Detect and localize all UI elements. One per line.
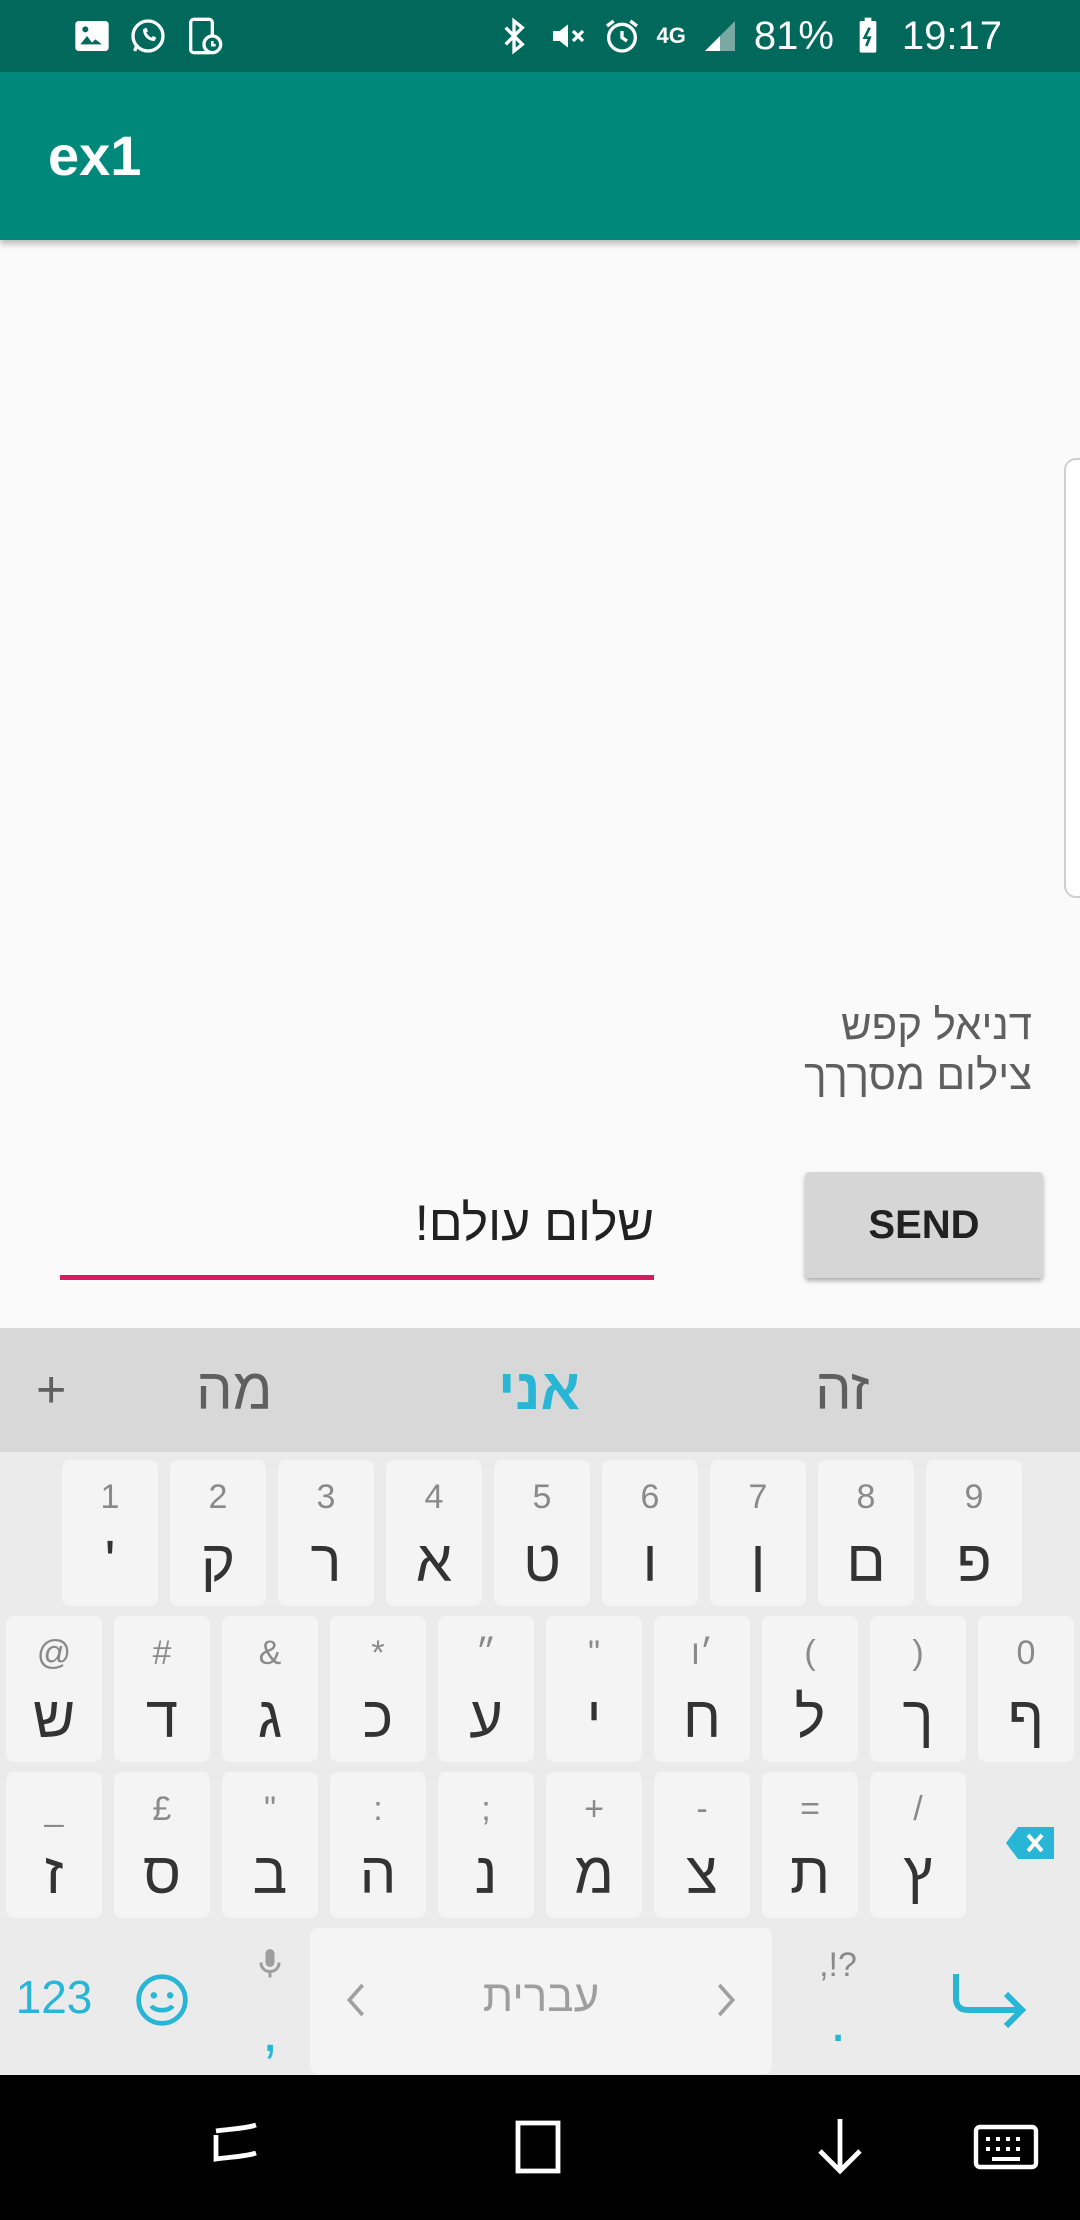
key[interactable]: * כ [330, 1616, 426, 1762]
network-4g-label: 4G [656, 23, 686, 48]
status-bar: 4G 81% 19:17 [0, 0, 1080, 72]
key[interactable]: = ת [762, 1772, 858, 1918]
image-icon [72, 16, 112, 56]
status-right-icons: 4G 81% 19:17 [494, 0, 1002, 72]
home-icon[interactable] [502, 2111, 574, 2183]
key[interactable]: (ל [762, 1616, 858, 1762]
battery-percent: 81% [753, 13, 834, 58]
info-line-caption: צילום מסךךך [804, 1051, 1032, 1098]
enter-icon [950, 1968, 1030, 2032]
suggestion-bar: + מה אני זה [0, 1328, 1080, 1452]
info-line-name: דניאל קפש [840, 1001, 1032, 1048]
status-time: 19:17 [901, 13, 1002, 58]
key[interactable]: _ ז [6, 1772, 102, 1918]
key[interactable]: # ד [114, 1616, 210, 1762]
period-key[interactable]: ,!? . [790, 1928, 886, 2074]
status-left-icons [72, 0, 224, 72]
key[interactable]: 5ט [494, 1460, 590, 1606]
emoji-icon [134, 1972, 190, 2028]
message-input[interactable] [60, 1180, 654, 1280]
soft-keyboard: + מה אני זה 1 ' 2ק 3ר 4א 5ט 6ו 7ן 8ם 9פ @… [0, 1328, 1080, 2075]
key[interactable]: -צ [654, 1772, 750, 1918]
key[interactable]: @ ש [6, 1616, 102, 1762]
numbers-key[interactable]: 123 [0, 1928, 108, 2074]
key[interactable]: 8ם [818, 1460, 914, 1606]
key[interactable]: ״ ע [438, 1616, 534, 1762]
key[interactable]: 4א [386, 1460, 482, 1606]
alarm-icon [602, 16, 642, 56]
key[interactable]: ׳ו ח [654, 1616, 750, 1762]
whatsapp-icon [128, 16, 168, 56]
key[interactable]: " י [546, 1616, 642, 1762]
navigation-bar [0, 2075, 1080, 2220]
edge-panel-handle[interactable] [1064, 458, 1080, 898]
app-title: ex1 [48, 124, 142, 187]
back-icon[interactable] [804, 2111, 876, 2183]
bluetooth-icon [494, 16, 534, 56]
key[interactable]: / ץ [870, 1772, 966, 1918]
enter-key[interactable] [900, 1928, 1080, 2074]
backspace-icon [1006, 1827, 1054, 1859]
suggestion-item[interactable]: זה [815, 1328, 869, 1452]
recent-apps-icon[interactable] [200, 2111, 272, 2183]
microphone-icon [252, 1944, 288, 1984]
key[interactable]: 1 ' [62, 1460, 158, 1606]
key[interactable]: 3ר [278, 1460, 374, 1606]
send-button[interactable]: SEND [805, 1172, 1043, 1278]
key[interactable]: 0ף [978, 1616, 1074, 1762]
signal-icon [700, 16, 740, 56]
comma-key[interactable]: , [222, 1928, 318, 2074]
suggestion-plus-button[interactable]: + [36, 1328, 66, 1452]
emoji-key[interactable] [114, 1928, 210, 2074]
key[interactable]: " ב [222, 1772, 318, 1918]
battery-charging-icon [848, 16, 888, 56]
space-key[interactable]: עברית [310, 1928, 772, 2074]
key[interactable]: ; נ [438, 1772, 534, 1918]
arrow-right-icon [710, 1980, 742, 2020]
key[interactable]: 7ן [710, 1460, 806, 1606]
key[interactable]: 6ו [602, 1460, 698, 1606]
key[interactable]: + מ [546, 1772, 642, 1918]
keyboard-icon[interactable] [970, 2111, 1042, 2183]
key[interactable]: ) ך [870, 1616, 966, 1762]
suggestion-item-highlighted[interactable]: אני [498, 1328, 580, 1452]
key[interactable]: & ג [222, 1616, 318, 1762]
backspace-key[interactable] [978, 1772, 1074, 1918]
info-text: דניאל קפש צילום מסךךך [804, 1000, 1032, 1100]
key[interactable]: 2ק [170, 1460, 266, 1606]
key[interactable]: :ה [330, 1772, 426, 1918]
key[interactable]: £ ס [114, 1772, 210, 1918]
suggestion-item[interactable]: מה [196, 1328, 273, 1452]
key[interactable]: 9פ [926, 1460, 1022, 1606]
app-bar: ex1 [0, 72, 1080, 240]
mute-icon [548, 16, 588, 56]
device-schedule-icon [184, 16, 224, 56]
main-content: דניאל קפש צילום מסךךך SEND [0, 240, 1080, 1328]
